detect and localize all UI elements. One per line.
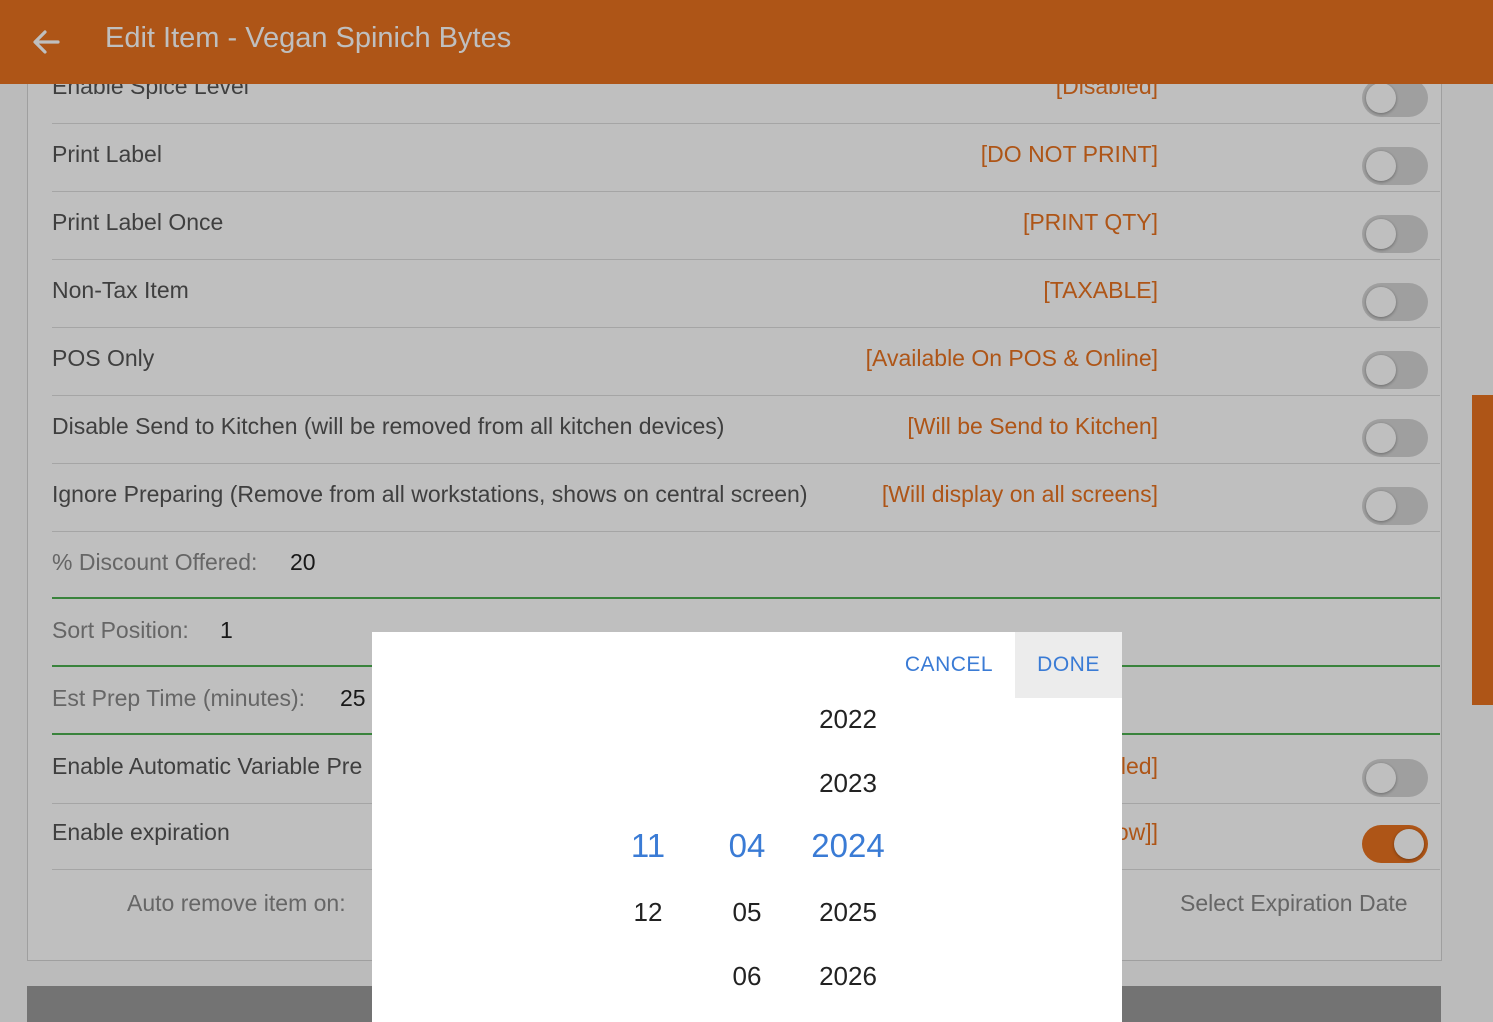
day-option[interactable]: 12: [608, 897, 688, 928]
month-option-selected[interactable]: 04: [707, 827, 787, 865]
year-option[interactable]: 2025: [788, 897, 908, 928]
month-option[interactable]: 06: [707, 961, 787, 992]
month-option[interactable]: 05: [707, 897, 787, 928]
year-option-selected[interactable]: 2024: [788, 827, 908, 865]
year-option[interactable]: 2023: [788, 768, 908, 799]
cancel-button[interactable]: CANCEL: [892, 632, 1006, 698]
date-picker-dialog: CANCEL DONE 11 12 04 05 06 2022 2023 202…: [372, 632, 1122, 1022]
day-option-selected[interactable]: 11: [608, 827, 688, 865]
year-option[interactable]: 2022: [788, 704, 908, 735]
done-button[interactable]: DONE: [1015, 632, 1122, 698]
year-option[interactable]: 2026: [788, 961, 908, 992]
